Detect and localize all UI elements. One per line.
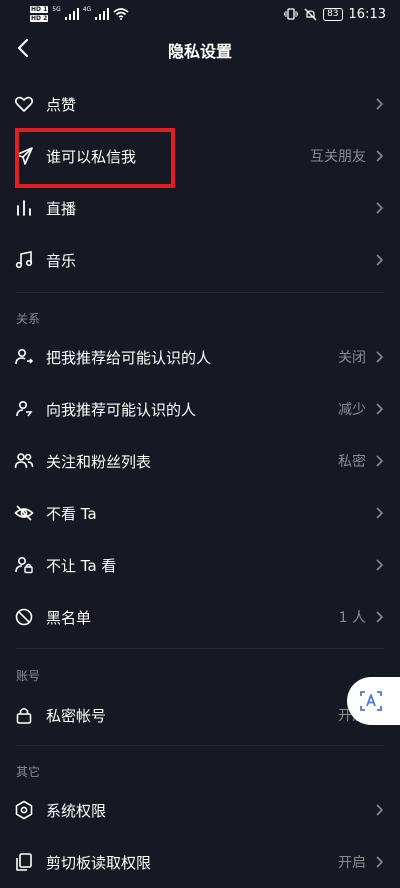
signal-icon-2	[95, 8, 110, 20]
wifi-icon	[113, 8, 129, 20]
mute-bell-icon	[304, 8, 317, 20]
row-value: 互关朋友	[310, 149, 366, 165]
chevron-right-icon	[376, 403, 384, 415]
row-value: 减少	[338, 402, 366, 418]
row-label: 黑名单	[46, 608, 92, 627]
row-label: 向我推荐可能认识的人	[46, 400, 197, 419]
row-live[interactable]: 直播	[0, 182, 400, 234]
section-header-other: 其它	[16, 765, 41, 779]
row-label: 关注和粉丝列表	[46, 452, 152, 471]
battery-indicator: 83	[323, 7, 343, 21]
signal-icon	[64, 8, 79, 20]
chevron-right-icon	[376, 804, 384, 816]
row-label: 直播	[46, 199, 77, 218]
status-left: HD 1 HD 2 5G 4G	[30, 2, 129, 26]
chevron-right-icon	[376, 254, 384, 266]
hexagon-settings-icon	[14, 800, 34, 820]
row-value: 私密	[338, 454, 366, 470]
row-recommend-to-me[interactable]: 向我推荐可能认识的人 减少	[0, 383, 400, 435]
heart-icon	[14, 94, 34, 114]
chevron-right-icon	[376, 150, 384, 162]
row-label: 不看 Ta	[46, 504, 97, 523]
section-header-relations: 关系	[16, 312, 41, 326]
divider	[16, 292, 384, 293]
row-system-permissions[interactable]: 系统权限	[0, 784, 400, 836]
row-value: 关闭	[338, 350, 366, 366]
row-clipboard-permission[interactable]: 剪切板读取权限 开启	[0, 836, 400, 888]
nav-bar: 隐私设置	[0, 28, 400, 68]
row-hide-ta[interactable]: 不看 Ta	[0, 487, 400, 539]
row-value: 1 人	[338, 610, 366, 626]
clipboard-icon	[14, 852, 34, 872]
row-likes[interactable]: 点赞	[0, 78, 400, 130]
chevron-right-icon	[376, 98, 384, 110]
user-lock-icon	[14, 555, 34, 575]
row-label: 私密帐号	[46, 706, 107, 725]
text-recognition-icon	[360, 691, 382, 711]
user-share-icon	[14, 347, 34, 367]
clock: 16:13	[348, 6, 386, 22]
chevron-right-icon	[376, 351, 384, 363]
network-4g-label: 4G	[82, 5, 92, 13]
row-follow-list[interactable]: 关注和粉丝列表 私密	[0, 435, 400, 487]
page-title: 隐私设置	[167, 42, 232, 61]
row-blacklist[interactable]: 黑名单 1 人	[0, 591, 400, 643]
hd1-badge: HD 1	[30, 6, 49, 13]
row-block-ta-view[interactable]: 不让 Ta 看	[0, 539, 400, 591]
row-value: 开启	[338, 855, 366, 871]
music-note-icon	[14, 250, 34, 270]
chevron-right-icon	[376, 559, 384, 571]
vibrate-icon	[284, 8, 299, 20]
chevron-right-icon	[376, 202, 384, 214]
live-bars-icon	[14, 198, 34, 218]
divider	[16, 648, 384, 649]
eye-off-icon	[14, 503, 34, 523]
section-header-account: 账号	[16, 669, 41, 683]
status-bar: HD 1 HD 2 5G 4G 83 16:13	[0, 0, 400, 28]
floating-assistant-button[interactable]	[347, 677, 400, 725]
row-recommend-me[interactable]: 把我推荐给可能认识的人 关闭	[0, 331, 400, 383]
block-icon	[14, 607, 34, 627]
chevron-right-icon	[376, 856, 384, 868]
lock-icon	[14, 705, 34, 725]
user-recommend-icon	[14, 399, 34, 419]
row-label: 点赞	[46, 95, 77, 114]
users-icon	[14, 451, 34, 471]
divider	[16, 745, 384, 746]
hd-badges: HD 1 HD 2	[30, 5, 49, 23]
row-label: 把我推荐给可能认识的人	[46, 348, 212, 367]
row-label: 不让 Ta 看	[46, 556, 117, 575]
chevron-right-icon	[376, 455, 384, 467]
hd2-badge: HD 2	[30, 15, 49, 22]
row-label: 剪切板读取权限	[46, 853, 152, 872]
chevron-right-icon	[376, 507, 384, 519]
row-music[interactable]: 音乐	[0, 234, 400, 286]
row-private-account[interactable]: 私密帐号 开启	[0, 689, 400, 741]
row-label: 系统权限	[46, 801, 107, 820]
status-right: 83 16:13	[284, 2, 386, 26]
row-label: 音乐	[46, 251, 77, 270]
highlight-box	[15, 128, 175, 188]
network-5g-label: 5G	[52, 5, 61, 13]
chevron-right-icon	[376, 611, 384, 623]
